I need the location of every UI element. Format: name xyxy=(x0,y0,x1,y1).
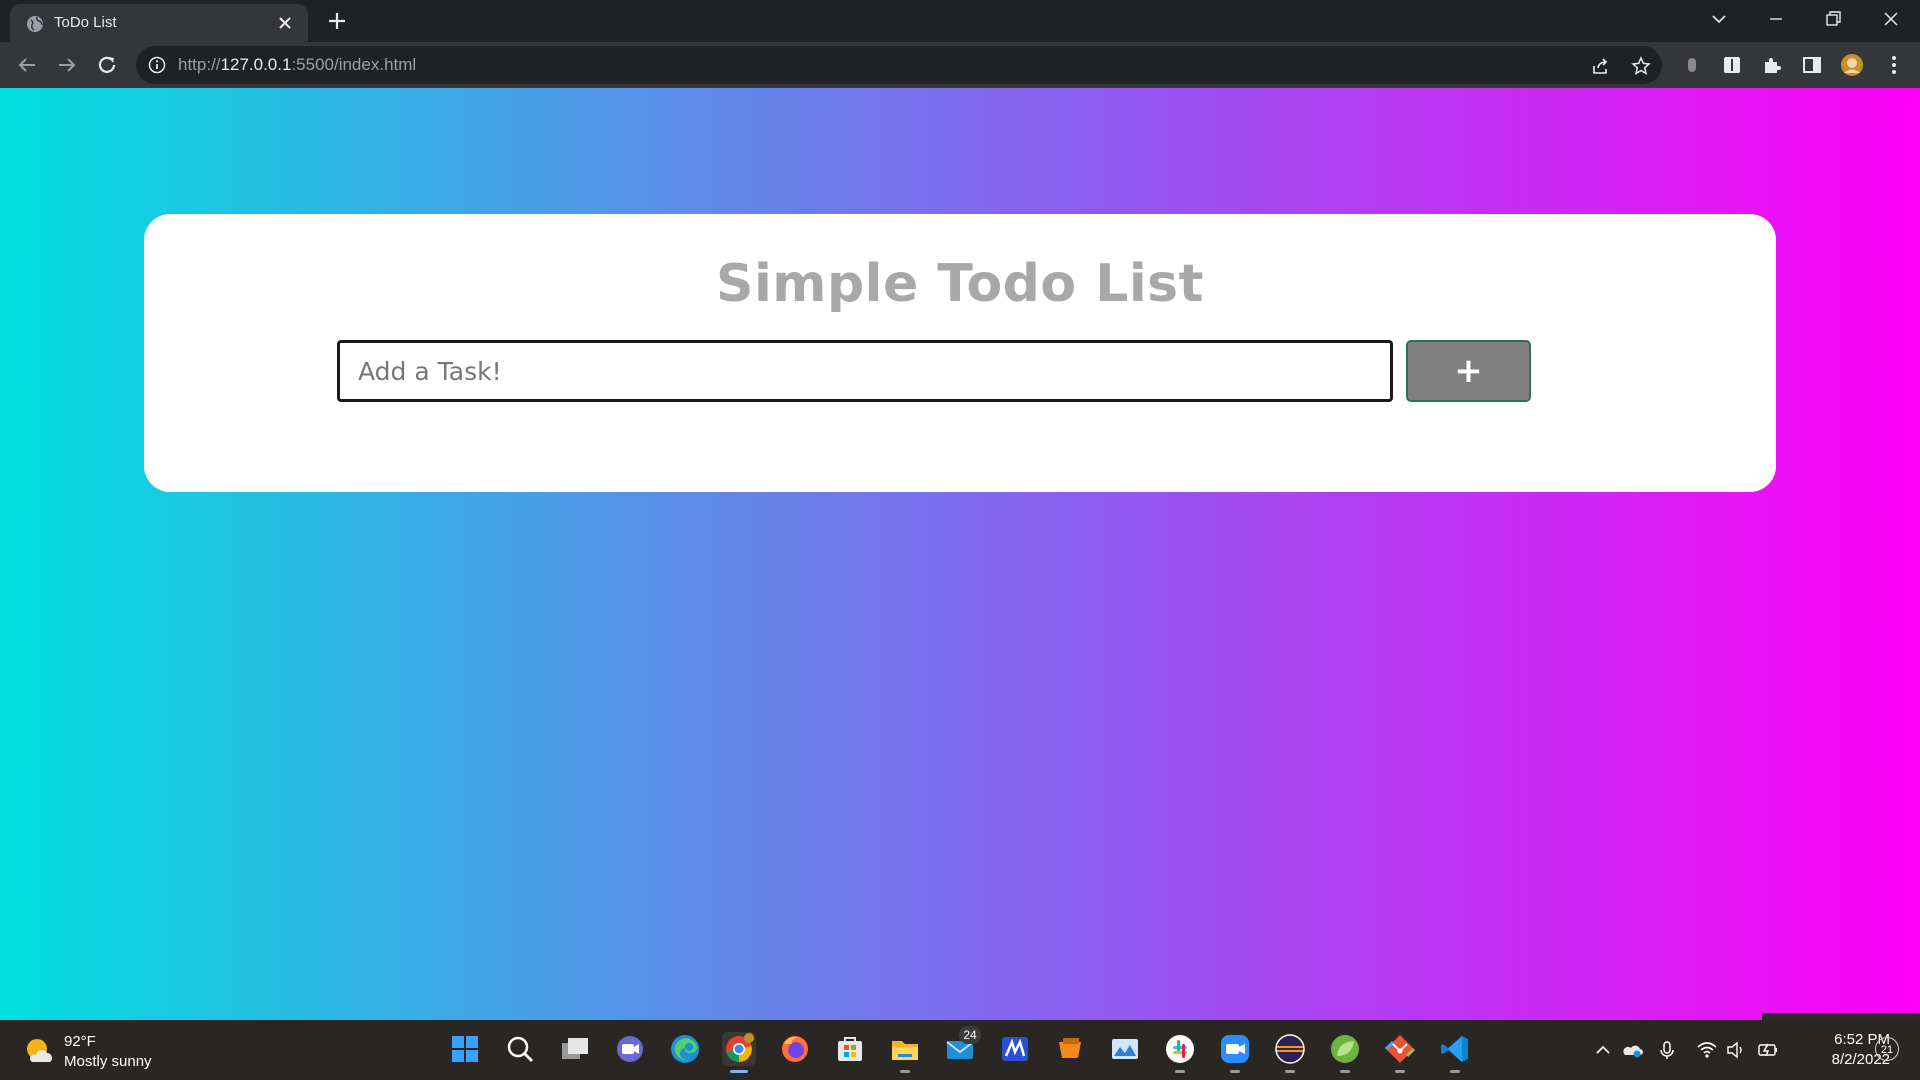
taskbar-search-button[interactable] xyxy=(503,1032,537,1066)
app-orange[interactable] xyxy=(1053,1032,1087,1066)
globe-icon xyxy=(27,16,43,32)
page-overlay-bar xyxy=(1762,1013,1920,1020)
app-m[interactable] xyxy=(998,1032,1032,1066)
forward-arrow-icon[interactable] xyxy=(55,53,79,77)
todo-card: Simple Todo List + xyxy=(144,214,1776,492)
new-tab-icon[interactable] xyxy=(326,10,348,32)
task-view-icon xyxy=(562,1038,588,1059)
task-view-button[interactable] xyxy=(558,1032,592,1066)
slack-app[interactable] xyxy=(1163,1032,1197,1073)
chrome-icon xyxy=(726,1033,754,1062)
edge-app[interactable] xyxy=(668,1032,702,1066)
chrome-app[interactable] xyxy=(722,1032,756,1073)
side-panel-icon[interactable] xyxy=(1800,53,1824,77)
spring-running-indicator xyxy=(1340,1070,1350,1073)
onedrive-icon[interactable] xyxy=(1622,1039,1644,1061)
browser-toolbar: http://127.0.0.1:5500/index.html xyxy=(0,42,1920,88)
bookmark-star-icon[interactable] xyxy=(1631,56,1651,76)
add-task-button[interactable]: + xyxy=(1406,340,1531,402)
address-bar[interactable]: http://127.0.0.1:5500/index.html xyxy=(136,46,1662,84)
teams-chat-icon xyxy=(617,1036,643,1062)
start-button[interactable] xyxy=(448,1032,482,1066)
back-arrow-icon[interactable] xyxy=(15,53,39,77)
site-info-icon[interactable] xyxy=(148,56,166,74)
notification-center-badge[interactable]: 21 xyxy=(1875,1037,1899,1061)
url-scheme: http:// xyxy=(178,55,221,74)
reload-icon[interactable] xyxy=(95,53,119,77)
weather-temperature: 92°F xyxy=(64,1033,96,1050)
microphone-icon[interactable] xyxy=(1656,1039,1678,1061)
tab-search-chevron-icon[interactable] xyxy=(1708,8,1730,30)
eclipse-running-indicator xyxy=(1285,1070,1295,1073)
slack-running-indicator xyxy=(1175,1070,1185,1073)
share-icon[interactable] xyxy=(1591,56,1611,76)
git-app[interactable] xyxy=(1383,1032,1417,1073)
browser-tab-active[interactable]: ToDo List xyxy=(10,4,308,42)
weather-condition: Mostly sunny xyxy=(64,1053,152,1070)
wifi-icon[interactable] xyxy=(1696,1039,1718,1061)
vscode-app[interactable] xyxy=(1438,1032,1472,1073)
extension-dropper-icon[interactable] xyxy=(1680,53,1704,77)
url-text[interactable]: http://127.0.0.1:5500/index.html xyxy=(178,55,416,75)
edge-icon xyxy=(671,1035,699,1063)
photos-app[interactable] xyxy=(1108,1032,1142,1066)
vscode-running-indicator xyxy=(1450,1070,1460,1073)
url-host: 127.0.0.1 xyxy=(220,55,292,74)
m-app-icon xyxy=(1002,1037,1028,1061)
page-title: Simple Todo List xyxy=(716,254,1204,314)
kebab-menu-icon[interactable] xyxy=(1882,53,1906,77)
task-input[interactable] xyxy=(337,340,1393,402)
windows-taskbar: 92°F Mostly sunny 24 6:52 PM 8/2/2022 21 xyxy=(0,1020,1920,1080)
spring-tool-app[interactable] xyxy=(1328,1032,1362,1073)
weather-widget[interactable]: 92°F Mostly sunny xyxy=(24,1032,224,1072)
tab-strip: ToDo List xyxy=(0,0,1920,42)
git-icon xyxy=(1384,1035,1416,1063)
store-icon xyxy=(838,1037,862,1061)
microsoft-store-app[interactable] xyxy=(833,1032,867,1066)
orange-app-icon xyxy=(1059,1038,1081,1058)
folder-icon xyxy=(892,1041,918,1060)
file-explorer-running-indicator xyxy=(900,1070,910,1073)
close-tab-icon[interactable] xyxy=(276,14,294,32)
mail-app[interactable]: 24 xyxy=(943,1026,981,1066)
volume-icon[interactable] xyxy=(1725,1039,1747,1061)
firefox-icon xyxy=(782,1036,808,1062)
add-task-button-label: + xyxy=(1454,351,1483,391)
zoom-app[interactable] xyxy=(1218,1032,1252,1073)
zoom-running-indicator xyxy=(1230,1070,1240,1073)
teams-chat-app[interactable] xyxy=(613,1032,647,1066)
profile-avatar[interactable] xyxy=(1840,53,1864,77)
windows-logo-icon xyxy=(452,1036,478,1062)
eclipse-app[interactable] xyxy=(1273,1032,1307,1073)
show-hidden-icons-chevron-icon[interactable] xyxy=(1592,1039,1614,1061)
extensions-puzzle-icon[interactable] xyxy=(1760,53,1784,77)
restore-icon[interactable] xyxy=(1822,8,1844,30)
photos-icon xyxy=(1112,1039,1138,1059)
url-path: :5500/index.html xyxy=(291,55,417,74)
tab-title: ToDo List xyxy=(54,14,117,31)
spring-leaf-icon xyxy=(1331,1035,1359,1063)
vscode-icon xyxy=(1441,1036,1468,1062)
weather-sun-icon xyxy=(27,1039,52,1062)
slack-icon xyxy=(1166,1035,1194,1063)
extension-reader-icon[interactable] xyxy=(1720,53,1744,77)
mail-unread-badge: 24 xyxy=(959,1026,981,1044)
firefox-app[interactable] xyxy=(778,1032,812,1066)
file-explorer-app[interactable] xyxy=(888,1032,922,1073)
chrome-active-indicator xyxy=(730,1070,748,1073)
close-window-icon[interactable] xyxy=(1880,8,1902,30)
page-viewport: Simple Todo List + xyxy=(0,88,1920,1020)
zoom-icon xyxy=(1221,1035,1249,1063)
git-running-indicator xyxy=(1395,1070,1405,1073)
eclipse-icon xyxy=(1275,1034,1305,1064)
minimize-icon[interactable] xyxy=(1765,8,1787,30)
battery-charging-icon[interactable] xyxy=(1757,1039,1779,1061)
search-icon xyxy=(507,1036,533,1062)
